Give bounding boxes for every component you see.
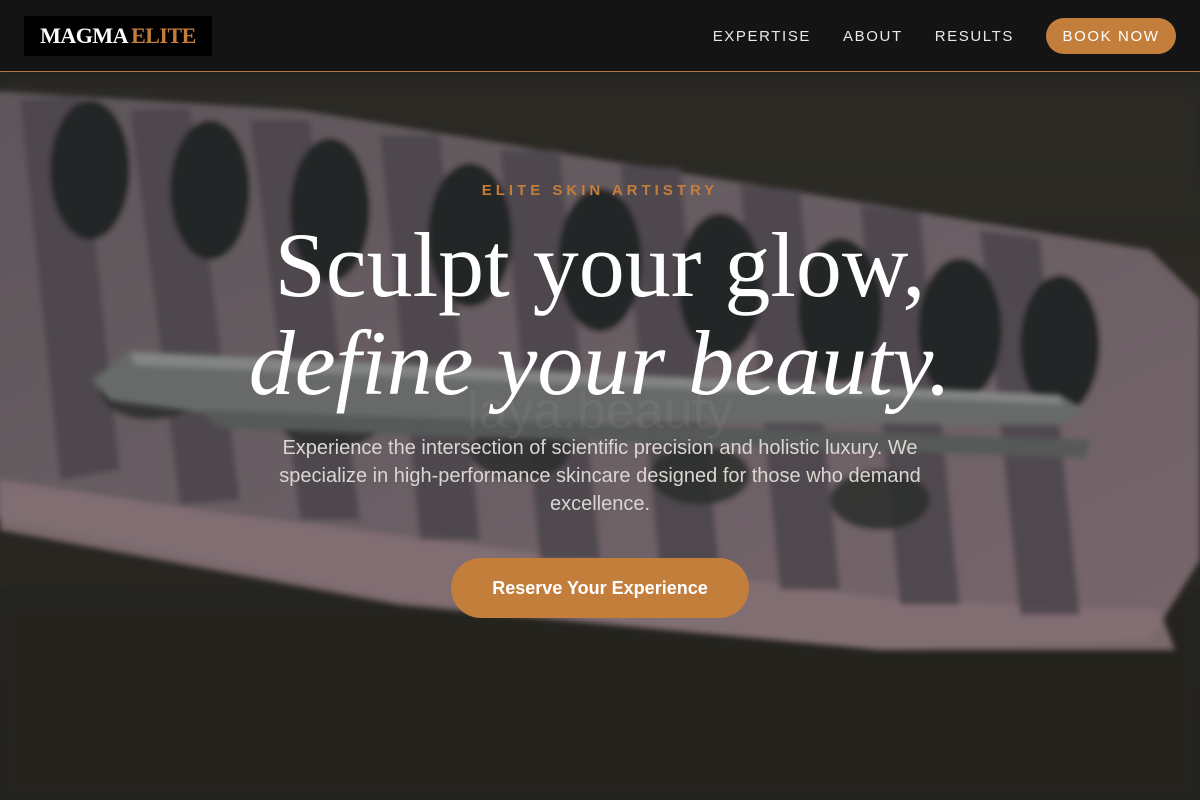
hero-headline-line1: Sculpt your glow, bbox=[274, 214, 926, 316]
reserve-experience-button[interactable]: Reserve Your Experience bbox=[451, 558, 749, 618]
page: laya.beauty MAGMA ELITE EXPERTISE ABOUT … bbox=[0, 0, 1200, 800]
hero-headline-line2: define your beauty. bbox=[248, 312, 952, 414]
nav-link-expertise[interactable]: EXPERTISE bbox=[713, 28, 811, 45]
nav-link-results[interactable]: RESULTS bbox=[935, 28, 1014, 45]
site-header: MAGMA ELITE EXPERTISE ABOUT RESULTS BOOK… bbox=[0, 0, 1200, 72]
logo-primary-text: MAGMA bbox=[40, 23, 129, 48]
hero-subtext: Experience the intersection of scientifi… bbox=[279, 437, 921, 515]
book-now-button[interactable]: BOOK NOW bbox=[1046, 18, 1176, 54]
brand-logo[interactable]: MAGMA ELITE bbox=[24, 16, 212, 56]
hero-eyebrow: ELITE SKIN ARTISTRY bbox=[481, 182, 719, 199]
nav-link-about[interactable]: ABOUT bbox=[843, 28, 903, 45]
hero-headline: Sculpt your glow, define your beauty. bbox=[0, 216, 1200, 412]
logo-accent-text: ELITE bbox=[131, 23, 196, 48]
hero-section: ELITE SKIN ARTISTRY Sculpt your glow, de… bbox=[0, 0, 1200, 800]
main-nav: EXPERTISE ABOUT RESULTS BOOK NOW bbox=[713, 18, 1176, 54]
